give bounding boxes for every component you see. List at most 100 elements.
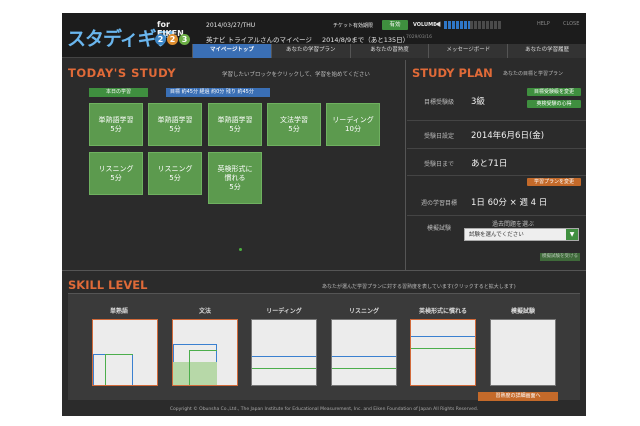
skill-label: 英検形式に慣れる (418, 308, 467, 315)
task-block[interactable]: 単熟語学習 5分 (208, 103, 262, 146)
todays-study-hint: 学習したいブロックをクリックして、学習を始めてください (222, 72, 370, 78)
skill-chart-vocab[interactable] (92, 319, 158, 386)
help-button[interactable]: HELP (537, 21, 550, 27)
logo-ball: 3 (179, 34, 190, 45)
close-button[interactable]: CLOSE (563, 21, 579, 27)
mock-exam-hint: 過去問題を選ぶ (492, 221, 535, 228)
skill-label: 模擬試験 (510, 308, 535, 315)
grade-value: 3級 (471, 97, 485, 107)
skill-chart-mock-exam[interactable] (490, 319, 556, 386)
weekly-goal-value: 1日 60分 × 週 4 日 (471, 198, 548, 208)
skill-chart-reading[interactable] (251, 319, 317, 386)
section-divider (62, 270, 586, 271)
task-time: 5分 (229, 182, 241, 191)
skill-current-frame (189, 350, 217, 385)
tab-study-history[interactable]: あなたの学習履歴 (507, 44, 586, 58)
expiry-date: 2014/8/9まで（あと135日） (322, 36, 410, 44)
task-time: 5分 (288, 124, 300, 133)
task-time: 10分 (345, 124, 361, 133)
mock-exam-select-text: 試験を選んでください (469, 232, 524, 238)
tab-message-board[interactable]: メッセージボード (428, 44, 508, 58)
skill-level-hint: あなたが選んだ学習プランに対する習熟度を表しています(クリックすると拡大します) (322, 284, 516, 290)
exam-tips-button[interactable]: 英検受験の心得 (527, 100, 581, 108)
study-plan-subtitle: あなたの目標と学習プラン (503, 71, 564, 77)
weekly-goal-label: 週の学習目標 (420, 200, 457, 207)
skill-current-frame (105, 354, 133, 385)
mock-exam-label: 模擬試験 (426, 225, 451, 232)
task-name: 単熟語学習 (217, 115, 253, 124)
skill-label: 文法 (198, 308, 211, 315)
copyright-footer: Copyright © Obunsha Co.,Ltd., The Japan … (169, 407, 479, 412)
task-block[interactable]: リスニング 5分 (89, 152, 143, 195)
plan-row-exam-date: 受験日設定 2014年6月6日(金) (407, 121, 586, 149)
task-name: リスニング (98, 164, 134, 173)
task-time: 5分 (169, 173, 181, 182)
days-left-value: あと71日 (471, 159, 508, 169)
task-block[interactable]: 文法学習 5分 (267, 103, 321, 146)
task-time: 5分 (110, 124, 122, 133)
todays-study-title: TODAY'S STUDY (68, 66, 177, 80)
exam-date-label: 受験日設定 (423, 133, 454, 140)
task-block[interactable]: リーディング 10分 (326, 103, 380, 146)
logo-ball: 2 (167, 34, 178, 45)
skill-level-title: SKILL LEVEL (68, 278, 148, 292)
plan-row-days-left: 受験日まで あと71日 (407, 149, 586, 176)
task-name: リスニング (157, 164, 193, 173)
studygear-logo[interactable]: スタディギア for EIKEN 223 (67, 20, 197, 52)
user-greeting: 英ナビ トライアルさんのマイページ (206, 36, 312, 44)
header-bar: スタディギア for EIKEN 223 2014/03/27/THU チケット… (62, 13, 586, 58)
tab-proficiency[interactable]: あなたの習熟度 (349, 44, 429, 58)
task-block[interactable]: リスニング 5分 (148, 152, 202, 195)
task-name: 英検形式に慣れる (217, 164, 253, 182)
skill-current-line (411, 348, 475, 349)
exam-date-value: 2014年6月6日(金) (471, 131, 545, 141)
skill-target-line (252, 356, 316, 357)
task-time: 5分 (229, 124, 241, 133)
current-date: 2014/03/27/THU (206, 22, 256, 29)
page-indicator-dot[interactable] (239, 248, 242, 251)
ticket-expiry-label: チケット有効期限 (333, 23, 374, 29)
task-name: 単熟語学習 (157, 115, 193, 124)
task-block[interactable]: 単熟語学習 5分 (148, 103, 202, 146)
study-plan-title: STUDY PLAN (412, 66, 493, 80)
app-window: スタディギア for EIKEN 223 2014/03/27/THU チケット… (62, 13, 586, 416)
task-name: 単熟語学習 (98, 115, 134, 124)
small-info: 7029/03/16 (406, 35, 432, 40)
tab-study-plan[interactable]: あなたの学習プラン (270, 44, 350, 58)
skill-chart-eiken-format[interactable] (410, 319, 476, 386)
skill-target-line (411, 336, 475, 337)
task-time: 5分 (169, 124, 181, 133)
task-block[interactable]: 単熟語学習 5分 (89, 103, 143, 146)
main-tabs: マイページトップ あなたの学習プラン あなたの習熟度 メッセージボード あなたの… (192, 44, 586, 58)
skill-label: リスニング (348, 308, 379, 315)
today-time-info: 目標 約45分 経過 約0分 残り 約45分 (166, 88, 270, 97)
proficiency-detail-button[interactable]: 習熟度の詳細画面へ (478, 392, 558, 401)
days-left-label: 受験日まで (423, 161, 454, 168)
skill-label: リーディング (266, 308, 302, 315)
dropdown-arrow-icon[interactable]: ▼ (566, 229, 578, 240)
skill-current-line (252, 368, 316, 369)
tab-mypage-top[interactable]: マイページトップ (192, 44, 271, 58)
plan-row-weekly-goal: 週の学習目標 1日 60分 × 週 4 日 (407, 188, 586, 216)
volume-slider-empty (470, 21, 502, 29)
logo-ball: 2 (155, 34, 166, 45)
volume-label: VOLUME (413, 22, 437, 28)
grade-label: 目標受験級 (423, 99, 454, 106)
skill-chart-grammar[interactable] (172, 319, 238, 386)
task-time: 5分 (110, 173, 122, 182)
today-badge: 本日の学習 (89, 88, 148, 97)
change-plan-button[interactable]: 学習プランを変更 (527, 178, 581, 186)
skill-target-line (332, 356, 396, 357)
task-name: 文法学習 (280, 115, 308, 124)
mock-exam-select[interactable]: 試験を選んでください ▼ (464, 228, 579, 241)
task-name: リーディング (332, 115, 374, 124)
change-grade-button[interactable]: 目標受験級を変更 (527, 88, 581, 96)
skill-current-line (332, 368, 396, 369)
take-mock-exam-button[interactable]: 模擬試験を受ける (540, 253, 580, 261)
panel-divider (405, 60, 406, 270)
ticket-status-badge: 有効 (382, 20, 408, 30)
skill-chart-listening[interactable] (331, 319, 397, 386)
task-block[interactable]: 英検形式に慣れる 5分 (208, 152, 262, 204)
speaker-icon[interactable]: ◀ (435, 20, 440, 28)
skill-label: 単熟語 (109, 308, 128, 315)
